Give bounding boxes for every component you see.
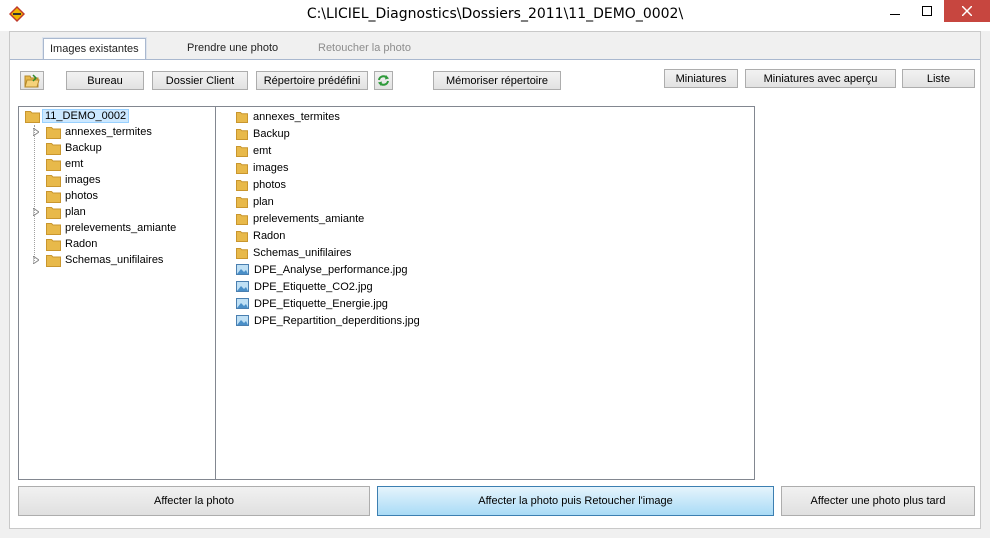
tree-item-photos[interactable]: photos — [46, 188, 98, 204]
refresh-button[interactable] — [374, 71, 393, 90]
image-file-icon — [236, 298, 249, 309]
tab-images-existantes[interactable]: Images existantes — [43, 38, 146, 60]
maximize-icon — [922, 6, 932, 16]
list-item[interactable]: photos — [236, 176, 286, 193]
folder-icon — [46, 238, 61, 251]
folder-icon — [46, 142, 61, 155]
folder-icon — [236, 213, 248, 225]
list-item[interactable]: Radon — [236, 227, 285, 244]
close-button[interactable] — [944, 0, 990, 22]
liste-button[interactable]: Liste — [902, 69, 975, 88]
tab-retoucher-la-photo[interactable]: Retoucher la photo — [312, 38, 417, 60]
title-bar: C:\LICIEL_Diagnostics\Dossiers_2011\11_D… — [0, 0, 990, 31]
affecter-retoucher-button[interactable]: Affecter la photo puis Retoucher l'image — [377, 486, 774, 516]
list-item[interactable]: emt — [236, 142, 271, 159]
tree-item-emt[interactable]: emt — [46, 156, 83, 172]
folder-icon — [236, 179, 248, 191]
window-title: C:\LICIEL_Diagnostics\Dossiers_2011\11_D… — [306, 6, 684, 22]
folder-icon — [236, 196, 248, 208]
list-item[interactable]: Backup — [236, 125, 290, 142]
folder-icon — [46, 158, 61, 171]
client-area: Images existantes Prendre une photo Reto… — [9, 31, 981, 529]
tree-item-prelevements-amiante[interactable]: prelevements_amiante — [46, 220, 176, 236]
image-file-icon — [236, 264, 249, 275]
open-folder-button[interactable] — [20, 71, 44, 90]
folder-icon — [25, 110, 40, 123]
tab-prendre-une-photo[interactable]: Prendre une photo — [181, 38, 284, 60]
tree-item-schemas-unifilaires[interactable]: Schemas_unifilaires — [31, 252, 163, 268]
list-item[interactable]: images — [236, 159, 288, 176]
tree-root[interactable]: 11_DEMO_0002 — [25, 108, 130, 124]
open-folder-icon — [24, 73, 40, 87]
folder-icon — [236, 145, 248, 157]
list-item[interactable]: prelevements_amiante — [236, 210, 364, 227]
folder-icon — [46, 174, 61, 187]
minimize-icon — [890, 14, 900, 15]
list-item[interactable]: plan — [236, 193, 274, 210]
folder-icon — [46, 126, 61, 139]
tree-root-label: 11_DEMO_0002 — [42, 109, 130, 123]
folder-icon — [46, 254, 61, 267]
list-item[interactable]: DPE_Etiquette_CO2.jpg — [236, 278, 373, 295]
folder-tree[interactable]: 11_DEMO_0002 annexes_termites Backup emt — [18, 106, 216, 480]
folder-icon — [236, 128, 248, 140]
image-preview — [762, 208, 975, 401]
list-item[interactable]: DPE_Analyse_performance.jpg — [236, 261, 407, 278]
refresh-icon — [378, 75, 389, 86]
affecter-photo-button[interactable]: Affecter la photo — [18, 486, 370, 516]
list-item[interactable]: DPE_Repartition_deperditions.jpg — [236, 312, 420, 329]
list-item[interactable]: annexes_termites — [236, 108, 340, 125]
tab-bar: Images existantes Prendre une photo Reto… — [10, 32, 980, 60]
folder-icon — [236, 111, 248, 123]
folder-icon — [46, 206, 61, 219]
memoriser-repertoire-button[interactable]: Mémoriser répertoire — [433, 71, 561, 90]
folder-icon — [46, 190, 61, 203]
tree-guide-line — [34, 125, 35, 261]
file-list[interactable]: annexes_termites Backup emt images photo… — [215, 106, 755, 480]
folder-icon — [236, 162, 248, 174]
expand-arrow-icon[interactable] — [31, 208, 40, 217]
maximize-button[interactable] — [912, 0, 942, 22]
expand-arrow-icon[interactable] — [31, 256, 40, 265]
affecter-plus-tard-button[interactable]: Affecter une photo plus tard — [781, 486, 975, 516]
folder-icon — [236, 247, 248, 259]
tree-item-radon[interactable]: Radon — [46, 236, 97, 252]
tree-item-annexes-termites[interactable]: annexes_termites — [31, 124, 152, 140]
image-file-icon — [236, 315, 249, 326]
close-icon — [962, 6, 972, 16]
folder-icon — [236, 230, 248, 242]
list-item[interactable]: Schemas_unifilaires — [236, 244, 351, 261]
image-file-icon — [236, 281, 249, 292]
repertoire-predefini-button[interactable]: Répertoire prédéfini — [256, 71, 368, 90]
tree-item-plan[interactable]: plan — [31, 204, 86, 220]
expand-arrow-icon[interactable] — [31, 128, 40, 137]
tab-panel-images-existantes: Bureau Dossier Client Répertoire prédéfi… — [10, 60, 980, 528]
list-item[interactable]: DPE_Etiquette_Energie.jpg — [236, 295, 388, 312]
miniatures-button[interactable]: Miniatures — [664, 69, 738, 88]
dossier-client-button[interactable]: Dossier Client — [152, 71, 248, 90]
miniatures-avec-apercu-button[interactable]: Miniatures avec aperçu — [745, 69, 896, 88]
minimize-button[interactable] — [880, 0, 910, 22]
app-window: C:\LICIEL_Diagnostics\Dossiers_2011\11_D… — [0, 0, 990, 538]
folder-icon — [46, 222, 61, 235]
tree-item-images[interactable]: images — [46, 172, 100, 188]
tree-item-backup[interactable]: Backup — [46, 140, 102, 156]
bureau-button[interactable]: Bureau — [66, 71, 144, 90]
